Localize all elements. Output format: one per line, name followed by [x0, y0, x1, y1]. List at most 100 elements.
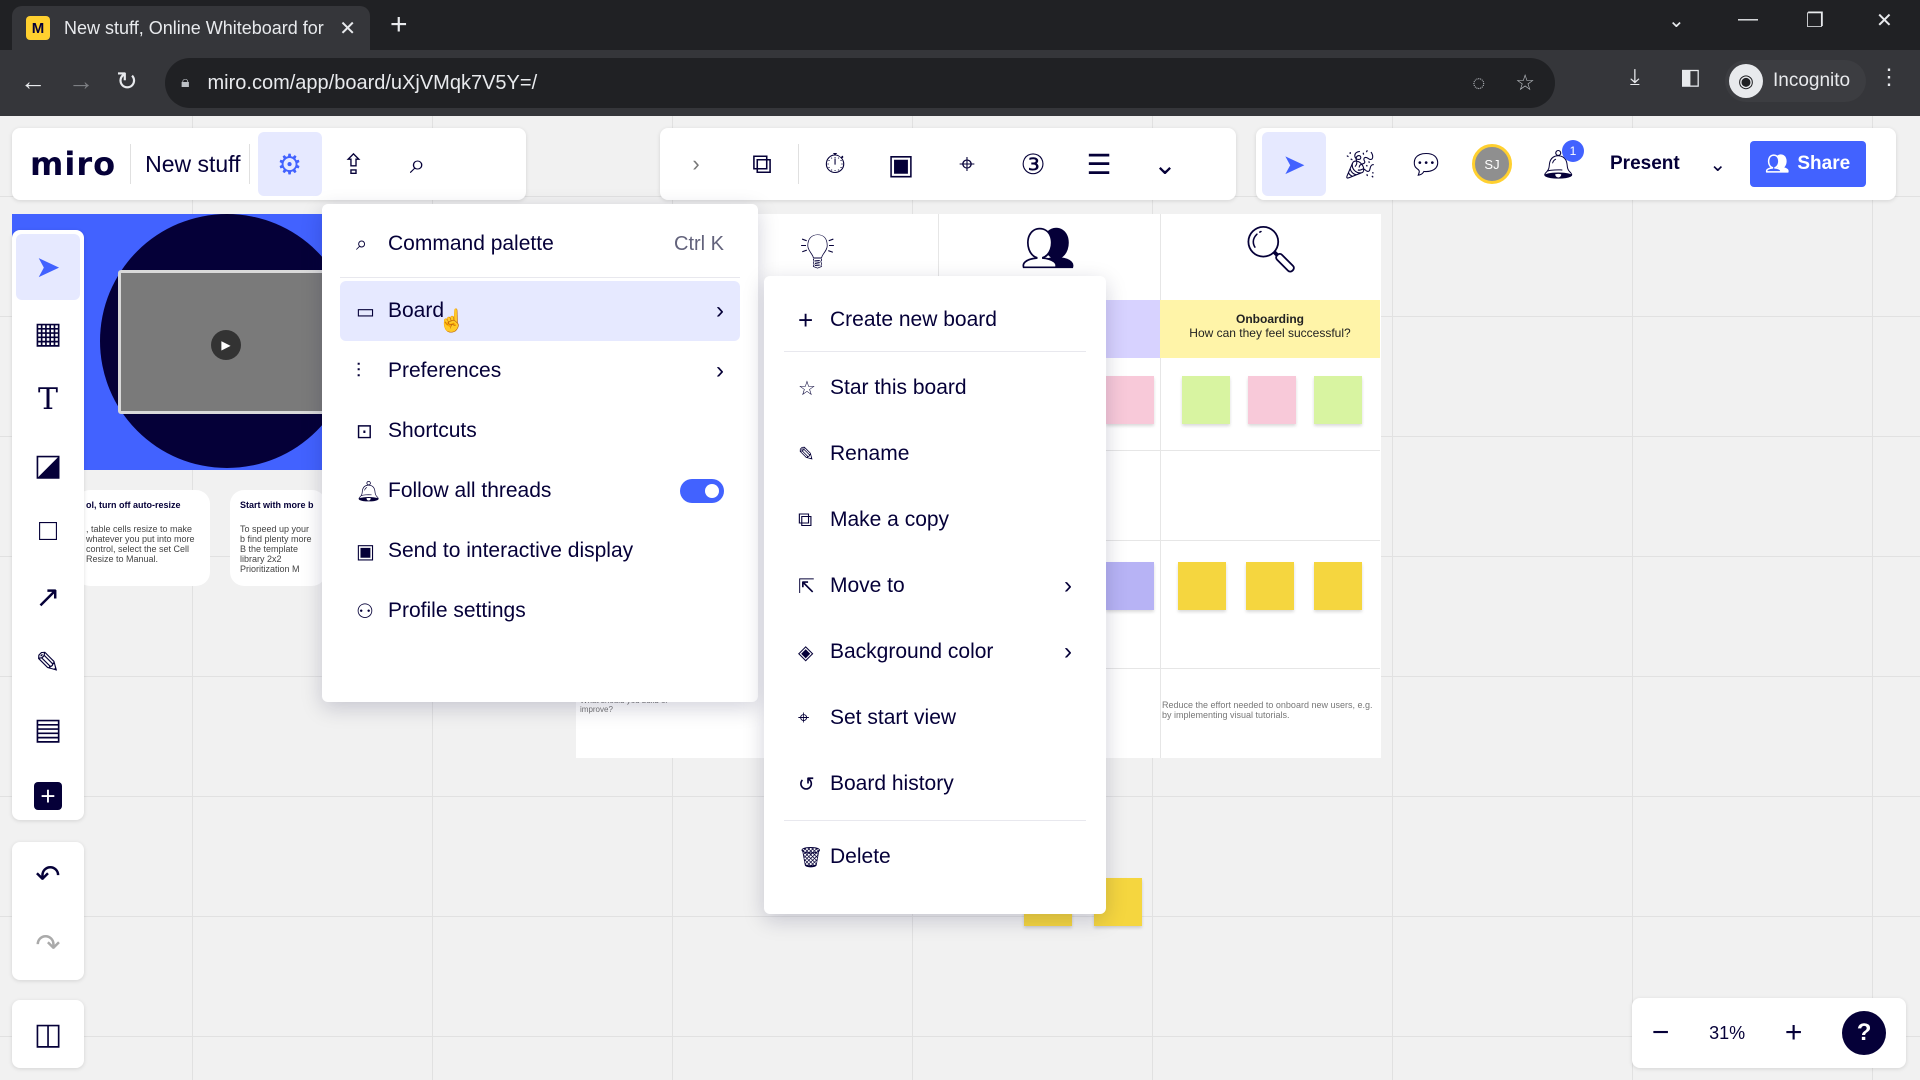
export-upload-icon[interactable]: ⇪ [322, 132, 386, 196]
chevron-right-icon[interactable]: › [664, 132, 728, 196]
present-dropdown-chevron-icon[interactable]: ⌄ [1700, 132, 1736, 196]
menu-item-follow-all-threads[interactable]: 🔔︎ Follow all threads [340, 461, 740, 521]
frames-panel-toggle[interactable]: ◫ [12, 1000, 84, 1068]
select-cursor-icon[interactable]: ➤ [16, 234, 80, 300]
download-icon[interactable]: ⤓ [1630, 64, 1640, 90]
incognito-profile[interactable]: ◉ Incognito [1725, 60, 1867, 102]
sticky-note-icon[interactable]: ◪ [16, 432, 80, 498]
follow-threads-toggle[interactable] [680, 479, 724, 503]
templates-icon[interactable]: ▦ [16, 300, 80, 366]
sticky-note[interactable] [1178, 562, 1226, 610]
left-creation-toolbar: ➤ ▦ T ◪ □ ↗ ✎ ▤ + [12, 230, 84, 820]
menu-item-send-to-display[interactable]: ▣ Send to interactive display [340, 521, 740, 581]
user-avatar[interactable]: SJ [1472, 144, 1512, 184]
focus-frame-icon[interactable]: ⌖ [935, 132, 999, 196]
restore-icon[interactable]: ❐ [1806, 8, 1824, 33]
shape-square-icon[interactable]: □ [16, 498, 80, 564]
pen-icon[interactable]: ✎ [16, 630, 80, 696]
menu-item-board[interactable]: ▭ Board › [340, 281, 740, 341]
menu-item-label: Star this board [830, 376, 967, 399]
address-bar[interactable]: 🔒︎ miro.com/app/board/uXjVMqk7V5Y=/ ◌ ☆ [165, 58, 1555, 108]
tab-search-icon[interactable]: ⌄ [1668, 8, 1685, 33]
menu-item-move-to[interactable]: ⇱ Move to › [784, 553, 1086, 619]
text-tool-icon[interactable]: T [16, 366, 80, 432]
zoom-out-icon[interactable]: − [1652, 1016, 1670, 1050]
browser-menu-icon[interactable]: ⋮ [1878, 64, 1900, 90]
present-button[interactable]: Present [1592, 153, 1698, 175]
undo-icon[interactable]: ↶ [16, 844, 80, 910]
more-tools-chevron-icon[interactable]: ⌄ [1133, 132, 1197, 196]
tab-close-icon[interactable]: ✕ [339, 16, 356, 41]
shortcut-hint: Ctrl K [674, 232, 724, 255]
new-tab-icon[interactable]: + [390, 8, 408, 42]
menu-item-label: Create new board [830, 308, 997, 331]
notifications-bell-icon[interactable]: 🔔︎ 1 [1526, 132, 1590, 196]
comments-icon[interactable]: 💬︎ [1394, 132, 1458, 196]
card-stack-icon[interactable]: ⧉ [730, 132, 794, 196]
window-close-icon[interactable]: ✕ [1876, 8, 1893, 33]
menu-item-command-palette[interactable]: ⌕ Command palette Ctrl K [340, 214, 740, 274]
browser-tabstrip: M New stuff, Online Whiteboard for ✕ + ⌄… [0, 0, 1920, 50]
menu-item-preferences[interactable]: ⫶ Preferences › [340, 341, 740, 401]
incognito-icon: ◉ [1729, 64, 1763, 98]
sticky-note[interactable] [1248, 376, 1296, 424]
sticky-note[interactable] [1246, 562, 1294, 610]
help-icon[interactable]: ? [1842, 1011, 1887, 1055]
tracking-eye-off-icon[interactable]: ◌ [1472, 70, 1485, 96]
side-panel-icon[interactable]: ◧ [1680, 64, 1701, 90]
sticky-note[interactable] [1314, 562, 1362, 610]
menu-separator [784, 820, 1086, 821]
reactions-cursor-icon[interactable]: ➤ [1262, 132, 1326, 196]
frames-sidebar-icon: ◫ [33, 1017, 63, 1051]
divider [248, 144, 250, 184]
search-icon[interactable]: ⌕ [386, 132, 450, 196]
user-icon: ⚇ [356, 600, 374, 623]
menu-item-set-start-view[interactable]: ⌖ Set start view [784, 685, 1086, 751]
connection-line-icon[interactable]: ↗ [16, 564, 80, 630]
video-thumbnail[interactable]: ▶ [118, 270, 328, 414]
reload-icon[interactable]: ↻ [116, 66, 138, 97]
menu-item-make-copy[interactable]: ⧉ Make a copy [784, 487, 1086, 553]
sticky-note[interactable] [1314, 376, 1362, 424]
mouse-cursor-icon: ☝ [438, 308, 466, 333]
menu-item-background-color[interactable]: ◈ Background color › [784, 619, 1086, 685]
notes-icon[interactable]: ☰ [1067, 132, 1131, 196]
chevron-right-icon: › [716, 297, 724, 324]
menu-item-star-board[interactable]: ☆ Star this board [784, 355, 1086, 421]
forward-icon[interactable]: → [68, 66, 94, 97]
celebrate-icon[interactable]: 🎉︎ [1328, 132, 1392, 196]
sticky-note[interactable] [1182, 376, 1230, 424]
sticky-note[interactable] [1106, 562, 1154, 610]
menu-item-profile-settings[interactable]: ⚇ Profile settings [340, 581, 740, 641]
bookmark-star-icon[interactable]: ☆ [1515, 70, 1535, 96]
menu-item-rename[interactable]: ✎ Rename [784, 421, 1086, 487]
voting-icon[interactable]: ③ [1001, 132, 1065, 196]
redo-icon[interactable]: ↷ [16, 913, 80, 979]
zoom-in-icon[interactable]: + [1785, 1016, 1803, 1050]
sticky-note[interactable] [1106, 376, 1154, 424]
settings-gear-icon[interactable]: ⚙ [257, 132, 322, 196]
comment-icon[interactable]: ▤ [16, 696, 80, 762]
menu-item-create-new-board[interactable]: + Create new board [784, 292, 1086, 348]
add-more-tools-icon[interactable]: + [34, 781, 62, 811]
star-icon: ☆ [798, 377, 816, 400]
share-button[interactable]: 👥︎ Share [1749, 141, 1866, 187]
column-header-band [1100, 300, 1160, 358]
miro-logo[interactable]: miro [30, 145, 116, 183]
move-icon: ⇱ [798, 575, 815, 598]
menu-item-delete[interactable]: 🗑︎ Delete [784, 824, 1086, 890]
back-icon[interactable]: ← [20, 66, 46, 97]
video-chat-icon[interactable]: ▣ [869, 132, 933, 196]
tip-card-title: Start with more b [240, 500, 314, 510]
minimize-icon[interactable]: — [1738, 8, 1758, 31]
play-icon[interactable]: ▶ [211, 330, 241, 360]
menu-item-board-history[interactable]: ↺ Board history [784, 751, 1086, 817]
board-name[interactable]: New stuff [145, 151, 240, 178]
tip-card-title: ol, turn off auto-resize [86, 500, 181, 510]
lock-icon: 🔒︎ [181, 74, 190, 91]
tip-card: ol, turn off auto-resize , table cells r… [76, 490, 210, 586]
zoom-level[interactable]: 31% [1709, 1023, 1745, 1044]
browser-tab[interactable]: M New stuff, Online Whiteboard for ✕ [12, 6, 370, 50]
menu-item-shortcuts[interactable]: ⊡ Shortcuts [340, 401, 740, 461]
timer-icon[interactable]: ⏱ [803, 132, 867, 196]
